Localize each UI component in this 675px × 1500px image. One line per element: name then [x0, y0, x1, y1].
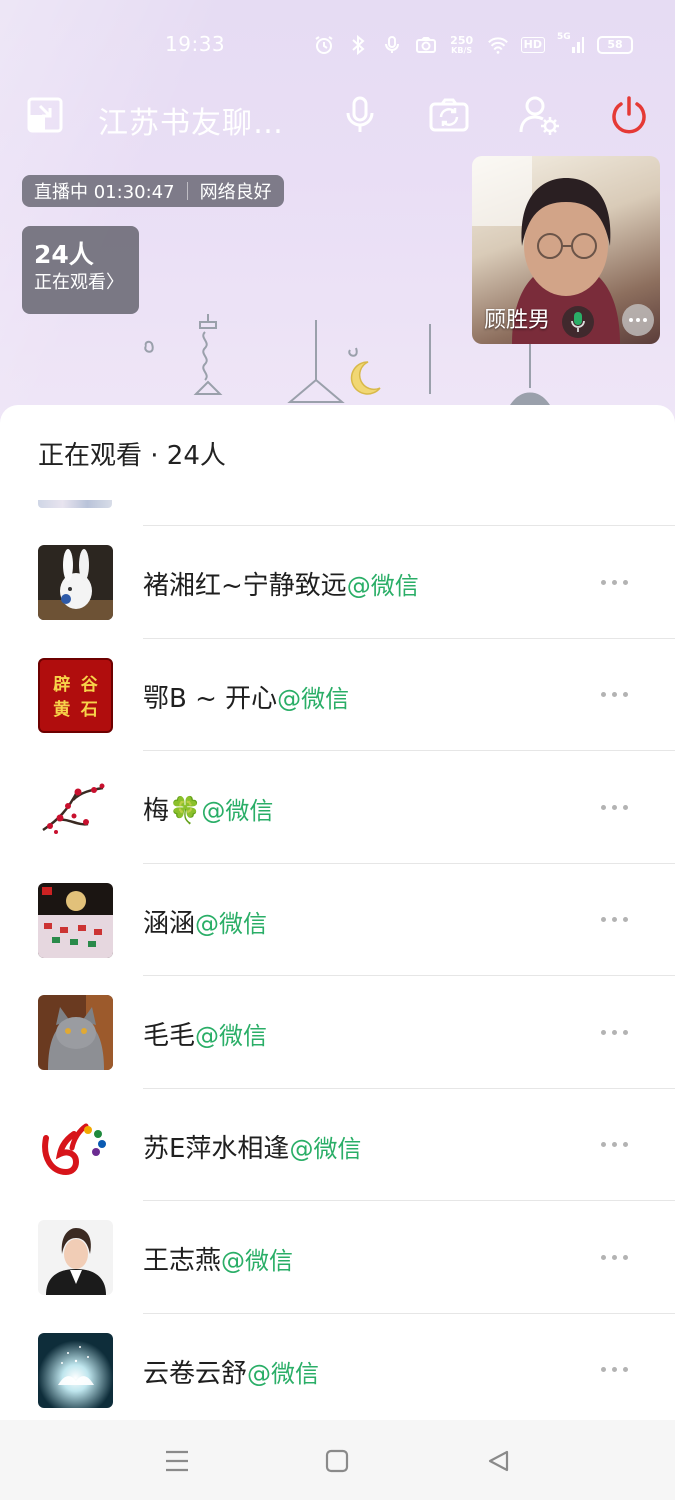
list-item[interactable]: 辟谷 黄石 鄂B ~ 开心@微信 — [0, 637, 675, 751]
back-icon[interactable] — [478, 1444, 518, 1478]
avatar — [38, 882, 113, 958]
avatar — [38, 995, 113, 1070]
power-off-icon[interactable] — [608, 94, 650, 136]
row-divider — [143, 975, 675, 976]
row-divider — [143, 1087, 675, 1089]
more-options-icon[interactable] — [596, 1250, 632, 1264]
hd-badge: HD — [520, 37, 545, 53]
status-icons: 250 KB/S HD 5G 58 — [313, 32, 633, 56]
camera-status-icon — [415, 34, 437, 56]
member-name: 毛毛@微信 — [143, 1021, 268, 1051]
member-name: 云卷云舒@微信 — [143, 1358, 320, 1389]
member-name: 鄂B ~ 开心@微信 — [143, 683, 350, 714]
status-bar: 19:33 250 KB/S HD 5G 58 — [0, 28, 675, 64]
viewers-summary[interactable]: 24人 正在观看〉 — [22, 226, 139, 314]
live-status-badge: 直播中 01:30:47 网络良好 — [22, 175, 284, 207]
recent-apps-icon[interactable] — [157, 1444, 197, 1478]
member-name: 苏E萍水相逢@微信 — [143, 1133, 362, 1164]
avatar — [38, 1332, 113, 1408]
viewer-list: 褚湘红~宁静致远@微信 辟谷 黄石 鄂B ~ 开心@微信 梅🍀@微信 涵涵@微信… — [0, 525, 675, 1420]
top-action-bar: 江苏书友聊… — [0, 90, 675, 141]
network-speed: 250 KB/S — [450, 34, 474, 55]
more-options-icon[interactable] — [596, 913, 632, 927]
row-divider — [143, 525, 675, 526]
row-divider — [143, 1200, 675, 1201]
member-settings-icon[interactable] — [518, 94, 560, 136]
battery-indicator: 58 — [597, 36, 633, 54]
member-name: 褚湘红~宁静致远@微信 — [143, 571, 419, 601]
member-name: 梅🍀@微信 — [143, 796, 274, 826]
viewer-link: 正在观看〉 — [34, 272, 124, 293]
flip-camera-icon[interactable] — [428, 94, 470, 136]
list-item[interactable]: 涵涵@微信 — [0, 862, 675, 976]
list-item[interactable]: 毛毛@微信 — [0, 975, 675, 1088]
viewer-count: 24人 — [34, 240, 94, 269]
host-name: 顾胜男 — [484, 308, 551, 333]
alarm-icon — [313, 34, 335, 56]
row-divider — [143, 637, 675, 639]
more-options-icon[interactable] — [596, 800, 632, 814]
avatar: 辟谷 黄石 — [38, 657, 113, 733]
row-divider — [143, 1312, 675, 1314]
list-item[interactable]: 云卷云舒@微信 — [0, 1312, 675, 1421]
minimize-window-icon[interactable] — [24, 94, 66, 136]
row-divider — [143, 862, 675, 864]
viewers-sheet: 正在观看 · 24人 褚湘红~宁静致远@微信 辟谷 黄石 鄂B ~ 开心@微信 — [0, 405, 675, 1420]
more-options-icon[interactable] — [596, 688, 632, 702]
network-quality: 网络良好 — [199, 182, 272, 203]
live-duration: 直播中 01:30:47 — [34, 182, 175, 203]
list-item[interactable]: 褚湘红~宁静致远@微信 — [0, 525, 675, 638]
wifi-icon — [487, 34, 509, 56]
more-options-icon[interactable] — [596, 1363, 632, 1377]
member-name: 涵涵@微信 — [143, 908, 268, 939]
partial-avatar — [38, 500, 112, 508]
avatar — [38, 1220, 113, 1295]
system-navigation-bar — [0, 1420, 675, 1500]
avatar — [38, 545, 113, 620]
room-title: 江苏书友聊… — [98, 106, 284, 141]
cellular-signal-icon: 5G — [557, 32, 585, 56]
sheet-title: 正在观看 · 24人 — [38, 441, 226, 471]
mic-status-icon — [381, 34, 403, 56]
bluetooth-icon — [347, 34, 369, 56]
more-options-icon[interactable] — [596, 1138, 632, 1152]
list-item[interactable]: 梅🍀@微信 — [0, 750, 675, 863]
home-icon[interactable] — [317, 1444, 357, 1478]
more-options-icon[interactable] — [596, 575, 632, 589]
list-item[interactable]: 王志燕@微信 — [0, 1200, 675, 1313]
microphone-icon[interactable] — [339, 94, 381, 136]
list-item[interactable]: 苏E萍水相逢@微信 — [0, 1087, 675, 1201]
live-room-background: 19:33 250 KB/S HD 5G 58 江苏书友聊… 直播中 01:30… — [0, 0, 675, 430]
host-video-tile[interactable]: 顾胜男 — [472, 156, 660, 344]
member-name: 王志燕@微信 — [143, 1246, 294, 1276]
more-options-icon[interactable] — [596, 1025, 632, 1039]
tile-more-icon[interactable] — [622, 304, 654, 336]
row-divider — [143, 750, 675, 751]
status-time: 19:33 — [165, 32, 226, 56]
host-mic-icon — [562, 306, 594, 338]
avatar — [38, 770, 113, 845]
avatar — [38, 1107, 113, 1183]
badge-divider — [186, 182, 188, 200]
